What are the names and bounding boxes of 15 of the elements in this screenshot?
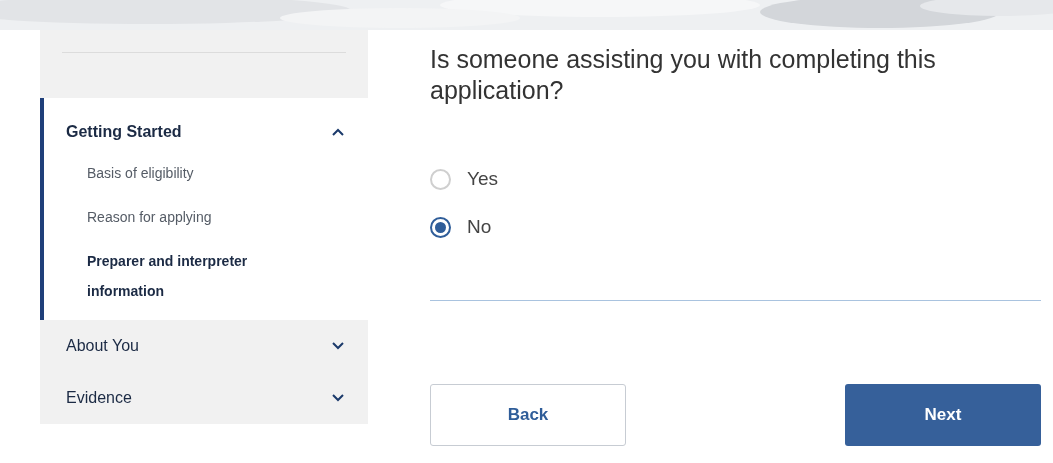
sidebar-section[interactable]: Evidence (40, 372, 368, 424)
back-button[interactable]: Back (430, 384, 626, 446)
chevron-down-icon (332, 394, 344, 402)
radio-button[interactable] (430, 216, 451, 238)
sidebar-item[interactable]: Reason for applying (44, 202, 368, 232)
question-title: Is someone assisting you with completing this application? (430, 44, 937, 106)
next-button[interactable]: Next (845, 384, 1041, 446)
chevron-down-icon (332, 342, 344, 350)
sidebar-item[interactable]: Basis of eligibility (44, 158, 368, 188)
chevron-up-icon (332, 128, 344, 136)
sidebar-item[interactable]: Preparer and interpreter information (44, 246, 368, 306)
radio-option[interactable]: No (430, 214, 492, 240)
sidebar-section[interactable]: Getting Started (44, 120, 368, 144)
radio-option[interactable]: Yes (430, 166, 498, 192)
sidebar-section[interactable]: About You (40, 320, 368, 372)
